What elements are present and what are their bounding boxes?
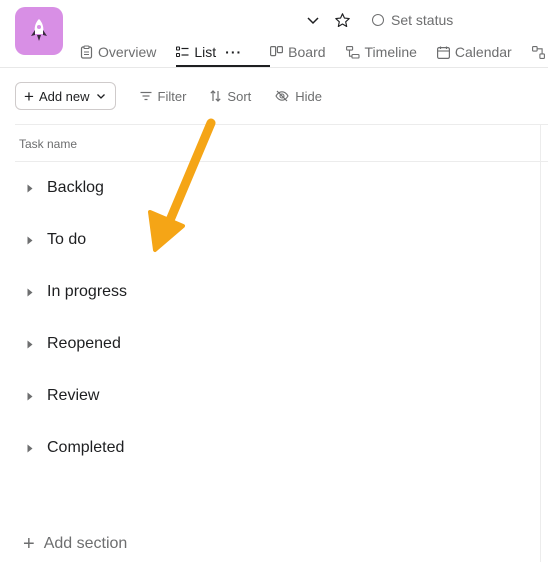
project-app-icon[interactable] xyxy=(15,7,63,55)
hide-button[interactable]: Hide xyxy=(275,89,322,104)
eye-slash-icon xyxy=(275,90,289,102)
board-icon xyxy=(270,46,284,57)
section-in-progress[interactable]: In progress xyxy=(25,280,127,304)
hide-label: Hide xyxy=(295,88,323,104)
tab-list-label: List xyxy=(194,44,217,60)
caret-right-icon[interactable] xyxy=(25,183,35,193)
caret-right-icon[interactable] xyxy=(25,391,35,401)
section-reopened[interactable]: Reopened xyxy=(25,332,121,356)
tab-overview[interactable]: Overview xyxy=(80,40,156,64)
column-header-divider xyxy=(15,161,548,162)
tab-list[interactable]: List ··· xyxy=(176,40,270,67)
view-tabs: Overview List ··· Board Timeline Calenda… xyxy=(80,40,548,68)
header-divider xyxy=(0,67,548,68)
section-label: Review xyxy=(47,387,100,404)
filter-button[interactable]: Filter xyxy=(140,88,187,104)
tab-workflow-partial[interactable] xyxy=(531,40,548,64)
tab-overview-label: Overview xyxy=(98,44,157,60)
caret-right-icon[interactable] xyxy=(25,287,35,297)
section-backlog[interactable]: Backlog xyxy=(25,176,104,200)
add-section-button[interactable]: + Add section xyxy=(23,533,127,555)
list-icon xyxy=(176,46,189,58)
rocket-icon xyxy=(31,19,47,41)
section-review[interactable]: Review xyxy=(25,384,99,408)
section-label: Completed xyxy=(47,439,125,456)
favorite-star-icon[interactable] xyxy=(333,11,351,29)
column-right-border xyxy=(540,124,541,562)
workflow-icon xyxy=(531,45,545,59)
caret-right-icon[interactable] xyxy=(25,443,35,453)
sort-button[interactable]: Sort xyxy=(210,89,251,104)
set-status-button[interactable]: Set status xyxy=(372,12,453,28)
tab-board-label: Board xyxy=(288,44,326,60)
project-title-actions: Set status xyxy=(305,10,453,30)
tab-list-more-icon[interactable]: ··· xyxy=(225,44,242,60)
filter-label: Filter xyxy=(157,88,187,104)
caret-right-icon[interactable] xyxy=(25,235,35,245)
sort-label: Sort xyxy=(227,88,252,104)
section-to-do[interactable]: To do xyxy=(25,228,86,252)
section-label: Backlog xyxy=(47,179,104,196)
column-header-task-name[interactable]: Task name xyxy=(19,137,77,151)
add-new-label: Add new xyxy=(38,88,90,104)
toolbar-divider xyxy=(15,124,548,125)
status-circle-icon xyxy=(372,14,384,26)
section-label: To do xyxy=(47,231,87,248)
tab-calendar-label: Calendar xyxy=(454,44,512,60)
plus-icon: + xyxy=(24,86,34,106)
section-label: Reopened xyxy=(47,335,121,352)
chevron-down-icon xyxy=(96,89,106,104)
tab-timeline[interactable]: Timeline xyxy=(345,40,417,64)
tab-timeline-label: Timeline xyxy=(364,44,417,60)
list-toolbar: + Add new Filter Sort Hide xyxy=(15,82,322,110)
timeline-icon xyxy=(345,45,360,59)
filter-icon xyxy=(140,91,152,101)
caret-right-icon[interactable] xyxy=(25,339,35,349)
calendar-icon xyxy=(436,46,450,59)
section-completed[interactable]: Completed xyxy=(25,436,124,460)
plus-icon: + xyxy=(23,533,35,555)
set-status-label: Set status xyxy=(391,12,454,28)
sort-icon xyxy=(210,90,222,102)
clipboard-icon xyxy=(80,45,93,59)
add-new-button[interactable]: + Add new xyxy=(15,82,116,110)
tab-board[interactable]: Board xyxy=(270,40,326,64)
tab-calendar[interactable]: Calendar xyxy=(436,40,512,64)
section-label: In progress xyxy=(47,283,128,300)
project-menu-chevron-icon[interactable] xyxy=(305,12,321,28)
add-section-label: Add section xyxy=(43,535,128,552)
